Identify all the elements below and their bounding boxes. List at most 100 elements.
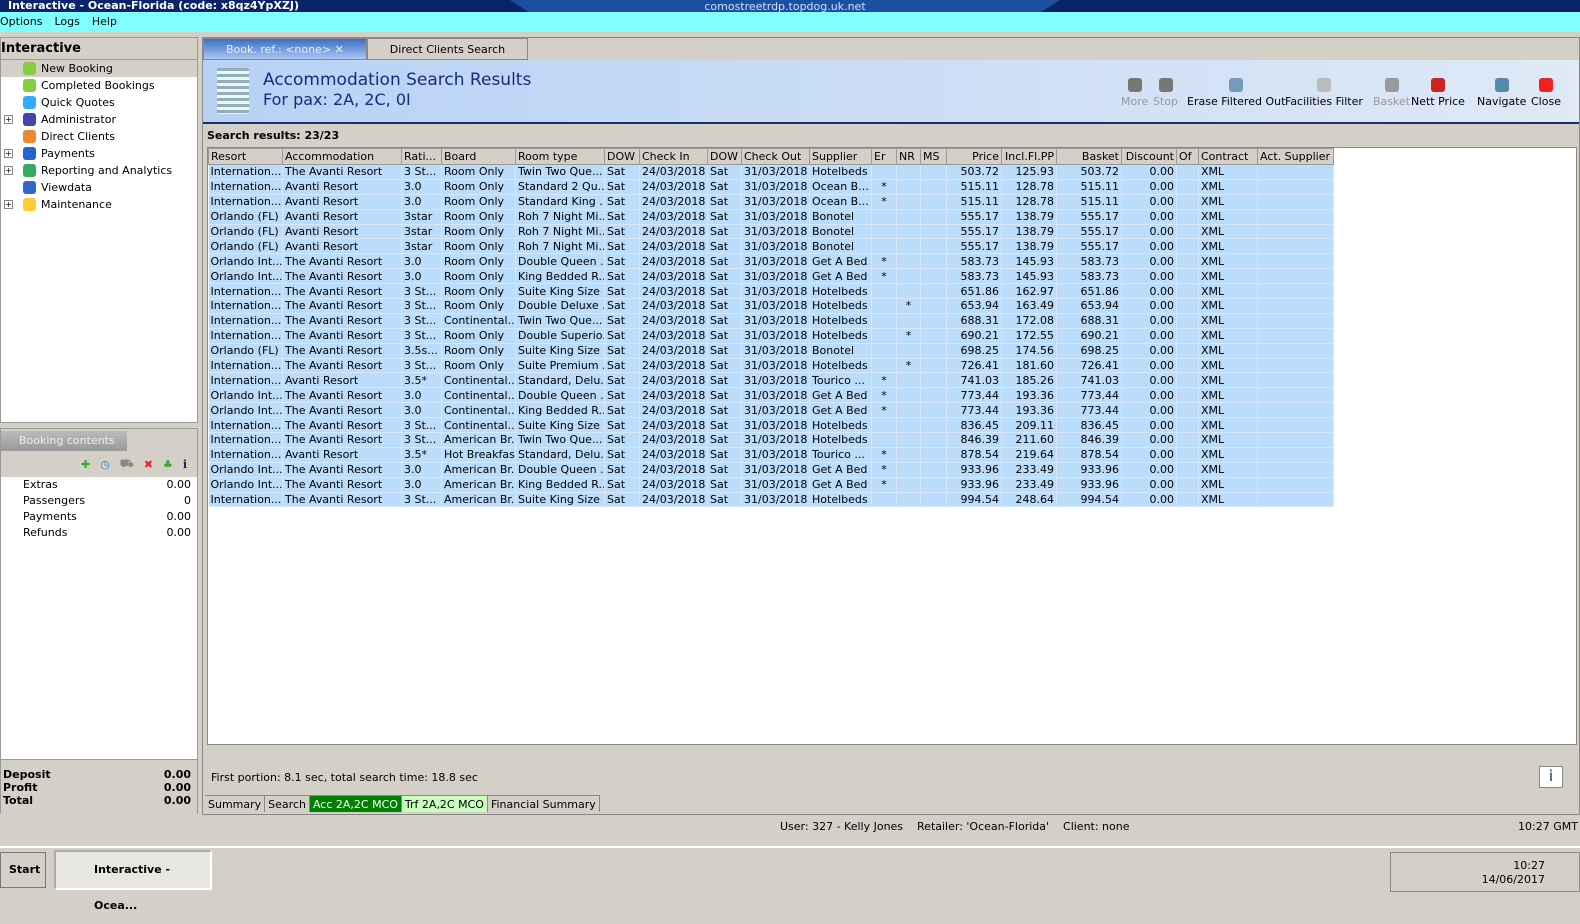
bottom-tab-acc-2a-2c-mco[interactable]: Acc 2A,2C MCO xyxy=(309,796,402,812)
table-row[interactable]: Internation... The Avanti Resort 3 St... Ro… xyxy=(208,328,1334,344)
table-row[interactable]: Internation... The Avanti Resort 3 St... Ro… xyxy=(208,298,1334,314)
info-button[interactable]: i xyxy=(1539,766,1563,788)
table-row[interactable]: Orlando Int... The Avanti Resort 3.0 Contin… xyxy=(208,387,1334,404)
table-row[interactable]: Internation... The Avanti Resort 3 St... Co… xyxy=(208,313,1334,329)
sidebar-item-quick-quotes[interactable]: Quick Quotes xyxy=(1,94,197,111)
table-row[interactable]: Orlando (FL) Avanti Resort 3star Room Only R… xyxy=(208,224,1334,240)
toolbar-button-stop[interactable]: Stop xyxy=(1153,78,1178,108)
bottom-tab-summary[interactable]: Summary xyxy=(205,796,266,812)
table-row[interactable]: Internation... The Avanti Resort 3 St... Ro… xyxy=(208,358,1334,374)
table-row[interactable]: Orlando Int... The Avanti Resort 3.0 Americ… xyxy=(208,462,1334,478)
column-header-basket[interactable]: Basket xyxy=(1056,148,1122,165)
column-header-check-out[interactable]: Check Out xyxy=(741,148,810,165)
sidebar-item-reporting-and-analytics[interactable]: + Reporting and Analytics xyxy=(1,162,197,179)
sidebar-item-label: Payments xyxy=(41,147,95,160)
taskbar-app-interactive[interactable]: Interactive - Ocea... xyxy=(54,850,212,912)
table-row[interactable]: Orlando Int... The Avanti Resort 3.0 Americ… xyxy=(208,477,1334,493)
cell-rati: 3star xyxy=(401,224,442,240)
cell-room-type: Roh 7 Night Mi... xyxy=(515,209,605,225)
cell-check-in: 24/03/2018 xyxy=(639,179,708,195)
column-header-of[interactable]: Of xyxy=(1176,148,1199,165)
toolbar-button-erase-filtered-out[interactable]: Erase Filtered Out xyxy=(1187,78,1285,108)
booking-contents-tab[interactable]: Booking contents xyxy=(1,431,127,451)
bottom-tab-financial-summary[interactable]: Financial Summary xyxy=(488,796,600,812)
sidebar-item-completed-bookings[interactable]: Completed Bookings xyxy=(1,77,197,94)
cell-check-in: 24/03/2018 xyxy=(639,283,708,300)
palm-tree-icon[interactable]: ♣ xyxy=(163,458,173,471)
toolbar-button-basket[interactable]: Basket xyxy=(1373,78,1410,108)
sidebar-item-maintenance[interactable]: + Maintenance xyxy=(1,196,197,213)
table-row[interactable]: Internation... Avanti Resort 3.5* Continent… xyxy=(208,372,1334,389)
column-header-contract[interactable]: Contract xyxy=(1198,148,1258,165)
info-icon[interactable]: i xyxy=(183,458,187,471)
cell-nr xyxy=(896,209,921,225)
table-row[interactable]: Internation... Avanti Resort 3.0 Room Only S… xyxy=(208,179,1334,195)
cell-basket: 653.94 xyxy=(1056,298,1122,314)
toolbar-button-navigate[interactable]: Navigate xyxy=(1477,78,1526,108)
cell-supplier: Bonotel xyxy=(809,238,872,255)
column-header-dow[interactable]: DOW xyxy=(604,148,640,165)
column-header-dow[interactable]: DOW xyxy=(707,148,742,165)
bottom-tab-trf-2a-2c-mco[interactable]: Trf 2A,2C MCO xyxy=(401,796,488,812)
expand-icon[interactable]: + xyxy=(4,149,13,158)
start-button[interactable]: Start xyxy=(0,852,46,888)
table-row[interactable]: Internation... The Avanti Resort 3 St... Am… xyxy=(208,432,1334,448)
column-header-check-in[interactable]: Check In xyxy=(639,148,708,165)
table-row[interactable]: Orlando (FL) The Avanti Resort 3.5s... Room… xyxy=(208,343,1334,359)
tab-direct-clients-search[interactable]: Direct Clients Search xyxy=(366,38,529,60)
table-row[interactable]: Orlando Int... The Avanti Resort 3.0 Contin… xyxy=(208,402,1334,419)
column-header-ms[interactable]: MS xyxy=(920,148,947,165)
clock-icon[interactable]: ◷ xyxy=(100,458,110,471)
sidebar-item-administrator[interactable]: + Administrator xyxy=(1,111,197,128)
table-row[interactable]: Orlando (FL) Avanti Resort 3star Room Only R… xyxy=(208,238,1334,255)
add-icon[interactable]: ✚ xyxy=(81,458,90,471)
table-row[interactable]: Orlando (FL) Avanti Resort 3star Room Only R… xyxy=(208,209,1334,225)
toolbar-button-close[interactable]: Close xyxy=(1531,78,1561,108)
column-header-rati[interactable]: Rati... xyxy=(401,148,442,165)
table-row[interactable]: Orlando Int... The Avanti Resort 3.0 Room O… xyxy=(208,253,1334,270)
column-header-supplier[interactable]: Supplier xyxy=(809,148,872,165)
results-grid[interactable]: Resort Accommodation Rati... Board Room type… xyxy=(207,147,1577,745)
column-header-act-supplier[interactable]: Act. Supplier xyxy=(1257,148,1334,165)
sidebar-item-new-booking[interactable]: New Booking xyxy=(1,60,197,77)
column-header-discount[interactable]: Discount xyxy=(1121,148,1177,165)
sidebar-item-viewdata[interactable]: Viewdata xyxy=(1,179,197,196)
bottom-tab-search[interactable]: Search xyxy=(265,796,310,812)
column-header-resort[interactable]: Resort xyxy=(208,148,283,165)
column-header-price[interactable]: Price xyxy=(946,148,1002,165)
cell-act-supplier xyxy=(1257,492,1334,508)
toolbar-button-nett-price[interactable]: Nett Price xyxy=(1411,78,1465,108)
close-tab-icon[interactable]: ✕ xyxy=(335,43,344,56)
column-header-incl-fl-pp[interactable]: Incl.Fl.PP xyxy=(1001,148,1057,165)
tab-booking[interactable]: Book. ref.: <none> ✕ xyxy=(203,38,367,60)
table-row[interactable]: Orlando Int... The Avanti Resort 3.0 Room O… xyxy=(208,268,1334,285)
basket-icon[interactable]: ⛟ xyxy=(120,457,134,472)
table-row[interactable]: Internation... Avanti Resort 3.5* Hot Break… xyxy=(208,447,1334,463)
column-header-accommodation[interactable]: Accommodation xyxy=(282,148,402,165)
menu-logs[interactable]: Logs xyxy=(54,12,79,32)
toolbar-button-facilities-filter[interactable]: Facilities Filter xyxy=(1285,78,1363,108)
table-row[interactable]: Internation... The Avanti Resort 3 St... Ro… xyxy=(208,283,1334,300)
expand-icon[interactable]: + xyxy=(4,115,13,124)
toolbar-button-more[interactable]: More xyxy=(1121,78,1148,108)
sidebar-item-payments[interactable]: + Payments xyxy=(1,145,197,162)
table-row[interactable]: Internation... The Avanti Resort 3 St... Co… xyxy=(208,417,1334,434)
cell-act-supplier xyxy=(1257,179,1334,195)
cell-dow: Sat xyxy=(604,238,640,255)
column-header-er[interactable]: Er xyxy=(871,148,897,165)
expand-icon[interactable]: + xyxy=(4,200,13,209)
table-row[interactable]: Internation... The Avanti Resort 3 St... Am… xyxy=(208,492,1334,508)
sidebar-item-direct-clients[interactable]: Direct Clients xyxy=(1,128,197,145)
column-header-room-type[interactable]: Room type xyxy=(515,148,605,165)
delete-icon[interactable]: ✖ xyxy=(144,458,153,471)
table-row[interactable]: Internation... Avanti Resort 3.0 Room Only S… xyxy=(208,194,1334,210)
cell-incl-fl-pp: 233.49 xyxy=(1001,462,1057,478)
cell-basket: 994.54 xyxy=(1056,492,1122,508)
table-row[interactable]: Internation... The Avanti Resort 3 St... Ro… xyxy=(208,164,1334,180)
menu-options[interactable]: Options xyxy=(0,12,42,32)
column-header-nr[interactable]: NR xyxy=(896,148,921,165)
expand-icon[interactable]: + xyxy=(4,166,13,175)
column-header-board[interactable]: Board xyxy=(441,148,516,165)
cell-price: 773.44 xyxy=(946,402,1002,419)
menu-help[interactable]: Help xyxy=(92,12,117,32)
